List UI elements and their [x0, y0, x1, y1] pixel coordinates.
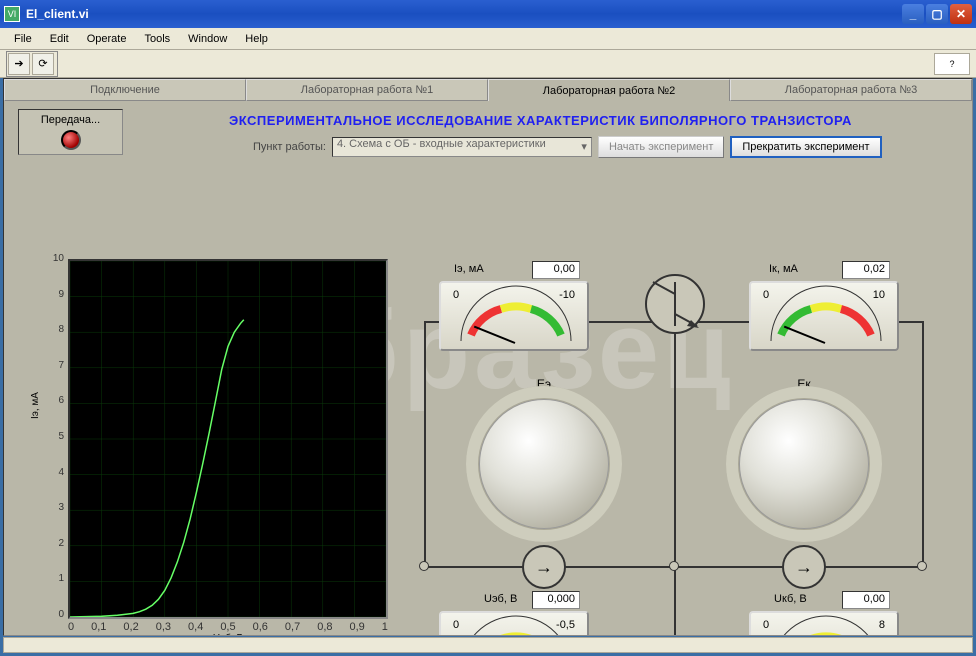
- circuit-panel: Iэ, мА 0,00 0-10 Iк, мА 0,02 010 Еэ: [404, 259, 944, 636]
- tab-lab3[interactable]: Лабораторная работа №3: [730, 79, 972, 101]
- vac-chart-box: 012345678910 Iэ, мА 00,10,20,30,40,50,60…: [28, 259, 388, 636]
- run-continuous-button[interactable]: ⟳: [32, 53, 54, 75]
- maximize-button[interactable]: ▢: [926, 4, 948, 24]
- client-area: Образец Подключение Лабораторная работа …: [3, 78, 973, 636]
- window-title: El_client.vi: [26, 7, 902, 21]
- gauge-ie: 0-10: [439, 281, 589, 351]
- menu-operate[interactable]: Operate: [79, 31, 135, 47]
- window-titlebar: VI El_client.vi _ ▢ ✕: [0, 0, 976, 28]
- minimize-button[interactable]: _: [902, 4, 924, 24]
- menu-bar: File Edit Operate Tools Window Help: [0, 28, 976, 50]
- circuit-node: [917, 561, 927, 571]
- gauge-ie-label: Iэ, мА: [454, 263, 484, 275]
- context-help-icon[interactable]: ?: [934, 53, 970, 75]
- menu-tools[interactable]: Tools: [136, 31, 178, 47]
- work-point-label: Пункт работы:: [253, 141, 326, 153]
- chart-y-label: Iэ, мА: [30, 392, 41, 419]
- gauge-ueb-value: 0,000: [532, 591, 580, 609]
- toolbar: ➔ ⟳ ?: [0, 50, 976, 78]
- chart-title: BAX: [28, 633, 58, 636]
- transmit-indicator-box: Передача...: [18, 109, 123, 155]
- gauge-ukb: 08: [749, 611, 899, 636]
- gauge-ik-label: Iк, мА: [769, 263, 798, 275]
- experiment-title: ЭКСПЕРИМЕНТАЛЬНОЕ ИССЛЕДОВАНИЕ ХАРАКТЕРИ…: [123, 109, 958, 136]
- gauge-ueb-label: Uэб, В: [484, 593, 517, 605]
- menu-help[interactable]: Help: [237, 31, 276, 47]
- chart-plot-area: [68, 259, 388, 619]
- gauge-ie-value: 0,00: [532, 261, 580, 279]
- app-icon: VI: [4, 6, 20, 22]
- gauge-ik: 010: [749, 281, 899, 351]
- current-source-ee: [522, 545, 566, 589]
- transistor-symbol: [645, 274, 705, 334]
- chart-y-axis: 012345678910: [46, 259, 66, 619]
- run-button[interactable]: ➔: [8, 53, 30, 75]
- gauge-ueb: 0-0,5: [439, 611, 589, 636]
- tab-lab2[interactable]: Лабораторная работа №2: [488, 79, 730, 101]
- circuit-node: [669, 561, 679, 571]
- chart-x-axis: 00,10,20,30,40,50,60,70,80,91: [68, 619, 388, 633]
- stop-experiment-button[interactable]: Прекратить эксперимент: [730, 136, 881, 158]
- transmit-led: [61, 130, 81, 150]
- knob-ek[interactable]: [739, 399, 869, 529]
- current-source-ek: [782, 545, 826, 589]
- horizontal-scrollbar[interactable]: [3, 637, 973, 653]
- transmit-label: Передача...: [23, 114, 118, 126]
- knob-ee[interactable]: [479, 399, 609, 529]
- close-button[interactable]: ✕: [950, 4, 972, 24]
- start-experiment-button[interactable]: Начать эксперимент: [598, 136, 724, 158]
- work-point-select[interactable]: 4. Схема с ОБ - входные характеристики: [332, 137, 592, 157]
- gauge-ukb-value: 0,00: [842, 591, 890, 609]
- menu-edit[interactable]: Edit: [42, 31, 77, 47]
- menu-window[interactable]: Window: [180, 31, 235, 47]
- menu-file[interactable]: File: [6, 31, 40, 47]
- tab-lab1[interactable]: Лабораторная работа №1: [246, 79, 488, 101]
- gauge-ukb-label: Uкб, В: [774, 593, 807, 605]
- chart-x-label: Uэб, В: [68, 633, 388, 636]
- gauge-ik-value: 0,02: [842, 261, 890, 279]
- tab-connection[interactable]: Подключение: [4, 79, 246, 101]
- circuit-node: [419, 561, 429, 571]
